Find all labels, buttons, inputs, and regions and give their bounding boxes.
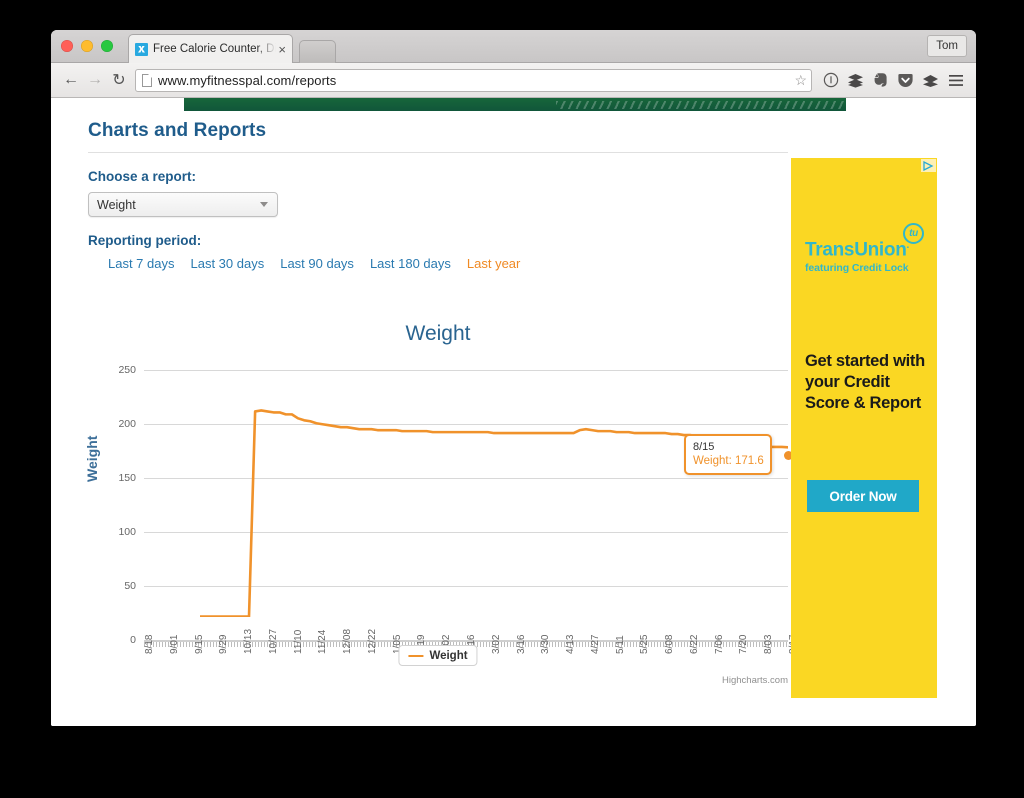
x-axis-tick-label: 9/29: [218, 634, 230, 654]
menu-hamburger-icon[interactable]: [943, 68, 968, 93]
close-icon[interactable]: ×: [276, 43, 286, 56]
x-axis-tick-label: 10/13: [243, 628, 255, 654]
x-axis-tick-label: 6/08: [664, 634, 676, 654]
period-last-180-days[interactable]: Last 180 days: [370, 256, 451, 271]
y-axis-tick-label: 50: [124, 580, 136, 592]
browser-toolbar: ← → ↻ www.myfitnesspal.com/reports ☆: [51, 63, 976, 98]
layers-icon[interactable]: [843, 68, 868, 93]
x-axis-tick-label: 12/08: [342, 628, 354, 654]
y-axis-tick-label: 0: [130, 634, 136, 646]
legend-swatch: [408, 654, 424, 657]
x-axis-tick-label: 4/13: [565, 634, 577, 654]
legend-label: Weight: [429, 649, 468, 662]
report-select-value: Weight: [97, 197, 136, 212]
chevron-down-icon: [260, 202, 268, 207]
title-divider: [88, 152, 788, 153]
x-axis-tick-label: 12/22: [366, 628, 378, 654]
x-axis-tick-label: 5/11: [614, 635, 626, 654]
adchoices-icon[interactable]: [921, 159, 936, 172]
new-tab-button[interactable]: [299, 40, 336, 63]
x-axis-tick-label: 3/02: [490, 634, 502, 654]
pocket-shield-icon[interactable]: [893, 68, 918, 93]
site-banner: [184, 98, 846, 111]
period-last-7-days[interactable]: Last 7 days: [108, 256, 175, 271]
minimize-window-button[interactable]: [81, 40, 93, 52]
x-axis-tick-label: 10/27: [267, 628, 279, 654]
x-axis-tick-label: 8/18: [144, 634, 155, 654]
x-axis-tick-label: 5/25: [639, 634, 651, 654]
page-viewport: Charts and Reports Choose a report: Weig…: [51, 98, 976, 726]
address-bar[interactable]: www.myfitnesspal.com/reports ☆: [135, 68, 812, 92]
page-document-icon: [142, 73, 152, 87]
reporting-period-links: Last 7 days Last 30 days Last 90 days La…: [88, 256, 788, 271]
weight-series-line: [200, 370, 788, 617]
y-axis-tick-label: 250: [118, 364, 136, 376]
reporting-period-label: Reporting period:: [88, 233, 202, 248]
y-axis-tick-label: 200: [118, 418, 136, 430]
ad-brand-text: TransUnion: [805, 239, 907, 261]
chart-plot-wrapper: Weight 0 50 100 150 200 250 8/18 9/01 9/15 9/29 1…: [84, 364, 799, 654]
chart-title: Weight: [405, 322, 471, 345]
ad-headline: Get started with your Credit Score & Rep…: [805, 352, 925, 412]
window-controls: [61, 40, 113, 52]
advertisement-panel[interactable]: TransUnion. tu featuring Credit Lock Get…: [791, 158, 937, 698]
report-select[interactable]: Weight: [88, 192, 278, 217]
profile-button[interactable]: Tom: [927, 35, 967, 57]
back-button[interactable]: ←: [59, 68, 83, 92]
period-last-30-days[interactable]: Last 30 days: [191, 256, 265, 271]
chart-tooltip: 8/15 Weight: 171.6: [684, 433, 772, 475]
evernote-elephant-icon[interactable]: [868, 68, 893, 93]
tab-strip: Free Calorie Counter, Diet & × Tom: [51, 30, 976, 63]
ad-brand-name: TransUnion. tu: [805, 223, 925, 261]
page-title: Charts and Reports: [88, 120, 267, 141]
x-axis-tick-label: 9/01: [168, 634, 180, 654]
x-axis-tick-label: 11/10: [292, 629, 304, 654]
period-last-90-days[interactable]: Last 90 days: [280, 256, 354, 271]
tab-title: Free Calorie Counter, Diet &: [153, 43, 277, 55]
y-axis-tick-label: 150: [118, 472, 136, 484]
maximize-window-button[interactable]: [101, 40, 113, 52]
x-axis-tick-label: 8/03: [763, 634, 775, 654]
url-text: www.myfitnesspal.com/reports: [158, 72, 337, 88]
tooltip-value: Weight: 171.6: [693, 454, 764, 467]
tu-badge-icon: tu: [903, 223, 924, 244]
highcharts-credit[interactable]: Highcharts.com: [722, 675, 788, 686]
browser-window: Free Calorie Counter, Diet & × Tom ← → ↻…: [51, 30, 976, 726]
chart-legend[interactable]: Weight: [398, 645, 478, 666]
ad-logo: TransUnion. tu featuring Credit Lock: [805, 223, 925, 275]
x-axis-tick-label: 7/20: [738, 634, 750, 654]
period-last-year[interactable]: Last year: [467, 256, 520, 271]
y-axis-tick-label: 100: [118, 526, 136, 538]
forward-button[interactable]: →: [83, 68, 107, 92]
x-axis-tick-label: 7/06: [713, 634, 725, 654]
tooltip-date: 8/15: [693, 440, 715, 453]
bookmark-star-icon[interactable]: ☆: [794, 72, 807, 89]
info-circle-icon[interactable]: [818, 68, 843, 93]
order-now-button[interactable]: Order Now: [807, 480, 919, 512]
box-icon[interactable]: [918, 68, 943, 93]
reload-button[interactable]: ↻: [107, 68, 131, 92]
weight-chart: Weight Weight 0 50 100 150 200 250 8/18 9/01 9/…: [84, 320, 799, 690]
x-axis-tick-label: 6/22: [688, 634, 700, 654]
x-axis-tick-label: 9/15: [193, 634, 205, 654]
page-content: Charts and Reports Choose a report: Weig…: [88, 120, 788, 271]
browser-tab[interactable]: Free Calorie Counter, Diet & ×: [128, 34, 293, 63]
close-window-button[interactable]: [61, 40, 73, 52]
chart-plot-area: [144, 370, 788, 640]
mfp-favicon-icon: [135, 42, 148, 56]
x-axis-tick-label: 3/30: [540, 634, 552, 654]
ad-tagline: featuring Credit Lock: [805, 262, 909, 275]
x-axis-tick-label: 4/27: [589, 634, 601, 654]
x-axis-tick-label: 11/24: [317, 629, 329, 654]
x-axis-tick-label: 3/16: [515, 634, 527, 654]
choose-report-label: Choose a report:: [88, 169, 197, 184]
